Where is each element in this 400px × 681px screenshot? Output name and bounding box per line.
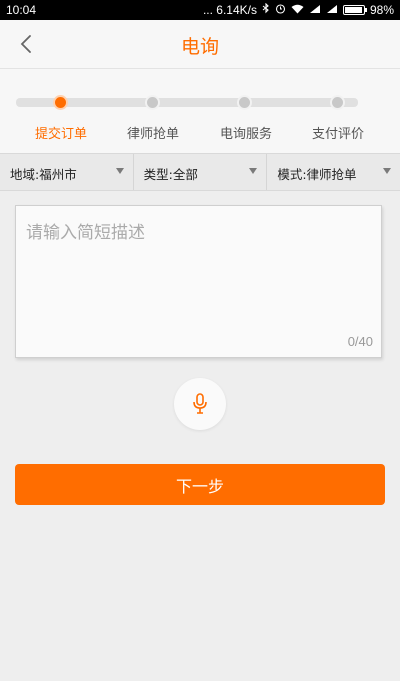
step-label-pay: 支付评价 — [311, 127, 365, 142]
step-dot-grab — [145, 95, 160, 110]
voice-input-button[interactable] — [174, 378, 226, 430]
status-bar: 10:04 ... 6.14K/s 98% — [0, 0, 400, 20]
step-dot-service — [237, 95, 252, 110]
alarm-icon — [275, 3, 286, 17]
step-dot-submit — [53, 95, 68, 110]
network-speed: ... 6.14K/s — [202, 3, 257, 17]
page-title: 电询 — [180, 36, 219, 58]
battery-percent: 98% — [369, 3, 394, 17]
region-filter-dropdown[interactable]: 地域:福州市 — [0, 154, 134, 190]
step-label-service: 电询服务 — [219, 127, 273, 142]
wifi-icon — [291, 3, 304, 17]
step-dot-pay — [330, 95, 345, 110]
order-progress-steps: 提交订单 律师抢单 电询服务 支付评价 — [0, 69, 400, 153]
bluetooth-icon — [262, 2, 270, 17]
type-filter-label: 类型:全部 — [143, 167, 198, 182]
step-label-grab: 律师抢单 — [126, 127, 180, 142]
microphone-icon — [193, 393, 207, 414]
status-time: 10:04 — [6, 3, 37, 17]
dropdown-arrow-icon — [383, 168, 392, 174]
signal-icon — [309, 3, 321, 17]
status-icons: ... 6.14K/s 98% — [202, 2, 394, 17]
region-filter-label: 地域:福州市 — [10, 167, 77, 182]
mode-filter-label: 模式:律师抢单 — [277, 167, 357, 182]
app-header: 电询 — [0, 20, 400, 69]
description-input[interactable] — [16, 206, 381, 357]
battery-icon — [342, 5, 367, 15]
filter-bar: 地域:福州市 类型:全部 模式:律师抢单 — [0, 153, 400, 191]
char-counter: 0/40 — [347, 334, 373, 349]
type-filter-dropdown[interactable]: 类型:全部 — [134, 154, 268, 190]
dropdown-arrow-icon — [115, 168, 124, 174]
signal-icon — [326, 3, 338, 17]
mode-filter-dropdown[interactable]: 模式:律师抢单 — [267, 154, 400, 190]
step-label-submit: 提交订单 — [34, 127, 88, 142]
description-box: 0/40 — [15, 205, 382, 358]
dropdown-arrow-icon — [249, 168, 258, 174]
next-step-button[interactable]: 下一步 — [15, 464, 385, 505]
